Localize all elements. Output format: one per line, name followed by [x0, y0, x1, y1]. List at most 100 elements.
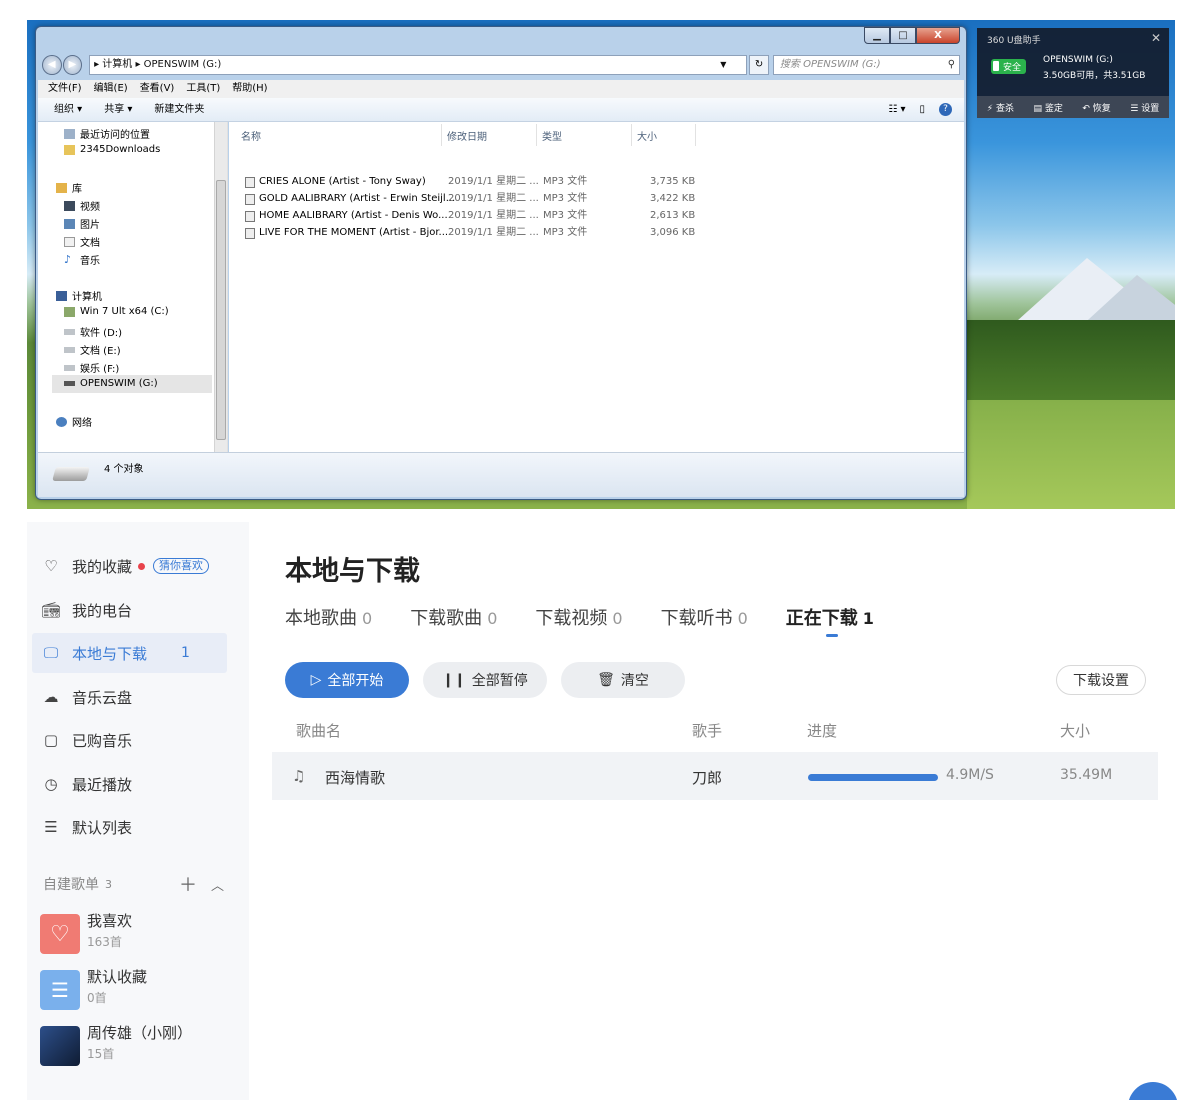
radio-icon: 📻︎ — [41, 601, 61, 619]
playlist-count: 163首 — [87, 935, 122, 949]
new-folder-button[interactable]: 新建文件夹 — [154, 98, 204, 121]
playlist-name: 周传雄（小刚） — [87, 1024, 193, 1042]
nav-documents[interactable]: 文档 — [64, 234, 100, 249]
refresh-icon[interactable]: ↻ — [749, 55, 769, 75]
sidebar-item-favorites[interactable]: ♡ 我的收藏 猜你喜欢 — [27, 546, 227, 586]
sidebar-item-label: 音乐云盘 — [72, 688, 133, 707]
sidebar-item-cloud[interactable]: ☁︎ 音乐云盘 — [27, 677, 227, 717]
nav-music[interactable]: ♪ 音乐 — [64, 252, 100, 268]
tab-local-songs[interactable]: 本地歌曲 0 — [285, 604, 372, 630]
nav-scrollbar[interactable] — [214, 122, 227, 452]
notification-dot — [138, 562, 146, 570]
minimize-button[interactable]: ▁ — [864, 27, 890, 44]
playlist-item[interactable]: ☰ 默认收藏 0首 — [40, 966, 240, 1016]
forward-icon[interactable]: ▶ — [62, 55, 83, 75]
column-type[interactable]: 类型 — [542, 128, 562, 146]
sidebar-item-purchased[interactable]: ▢ 已购音乐 — [27, 720, 227, 760]
playlist-item[interactable]: ♡ 我喜欢 163首 — [40, 910, 240, 960]
mp3-file-icon — [245, 177, 255, 188]
nav-drive-f[interactable]: 娱乐 (F:) — [64, 360, 119, 375]
verify-button[interactable]: ▤ 鉴定 — [1033, 101, 1062, 114]
file-row[interactable]: HOME AALIBRARY (Artist - Denis Wo... 201… — [245, 208, 705, 224]
scan-button[interactable]: ⚡ 查杀 — [987, 101, 1014, 114]
sidebar-item-radio[interactable]: 📻︎ 我的电台 — [27, 590, 227, 630]
maximize-button[interactable]: □ — [890, 27, 916, 44]
file-row[interactable]: GOLD AALIBRARY (Artist - Erwin Steijl...… — [245, 191, 705, 207]
menu-help[interactable]: 帮助(H) — [232, 80, 267, 98]
recommend-tag[interactable]: 猜你喜欢 — [153, 558, 210, 574]
address-field[interactable]: ▸ 计算机 ▸ OPENSWIM (G:) ▼ — [89, 55, 748, 75]
undo-icon: ↶ — [1082, 103, 1090, 114]
menu-file[interactable]: 文件(F) — [48, 80, 82, 98]
nav-drive-c[interactable]: Win 7 Ult x64 (C:) — [64, 306, 169, 317]
nav-network[interactable]: 网络 — [56, 414, 92, 429]
help-icon[interactable]: ? — [939, 103, 952, 116]
table-row[interactable]: ♫ 西海情歌 刀郎 4.9M/S 35.49M — [272, 752, 1158, 800]
lightning-icon: ⚡ — [986, 103, 994, 114]
main-panel: 本地与下载 本地歌曲 0 下载歌曲 0 下载视频 0 下载听书 0 正在下载 1 ▷ 全部开… — [249, 522, 1202, 1100]
pause-all-button[interactable]: ❙❙ 全部暂停 — [423, 662, 547, 698]
settings-button[interactable]: ☰ 设置 — [1130, 101, 1159, 114]
clear-button[interactable]: 🗑︎ 清空 — [561, 662, 685, 698]
usb-drive-icon — [52, 467, 90, 481]
search-input[interactable]: 搜索 OPENSWIM (G:) ⚲ — [772, 55, 961, 75]
menu-view[interactable]: 查看(V) — [140, 80, 175, 98]
network-icon — [56, 416, 67, 427]
nav-label: 文档 (E:) — [80, 346, 121, 357]
playlist-item[interactable]: 周传雄（小刚） 15首 — [40, 1022, 240, 1072]
playlists-count: 3 — [105, 877, 112, 891]
start-all-button[interactable]: ▷ 全部开始 — [285, 662, 409, 698]
sidebar-item-local-download[interactable]: 🖵︎ 本地与下载 1 — [32, 633, 227, 673]
file-row[interactable]: CRIES ALONE (Artist - Tony Sway) 2019/1/… — [245, 174, 705, 190]
add-icon[interactable]: ＋ — [179, 871, 197, 897]
menu-tools[interactable]: 工具(T) — [186, 80, 220, 98]
preview-pane-icon[interactable]: ▯ — [919, 98, 925, 122]
action-label: 设置 — [1141, 103, 1160, 114]
sidebar-item-recent[interactable]: ◷ 最近播放 — [27, 764, 227, 804]
nav-computer[interactable]: 计算机 — [56, 288, 102, 303]
back-icon[interactable]: ◀ — [42, 55, 62, 75]
view-options-icon[interactable]: ☷ ▾ — [888, 98, 905, 122]
chevron-down-icon[interactable]: ▼ — [720, 56, 726, 74]
organize-button[interactable]: 组织 ▾ — [54, 98, 82, 121]
column-name[interactable]: 名称 — [241, 128, 261, 146]
tab-downloading[interactable]: 正在下载 1 — [786, 604, 874, 637]
nav-drive-e[interactable]: 文档 (E:) — [64, 342, 121, 357]
scrollbar-thumb[interactable] — [216, 180, 226, 440]
recent-places-icon — [64, 128, 75, 139]
close-icon[interactable]: ✕ — [1151, 31, 1161, 45]
mp3-file-icon — [245, 194, 255, 205]
nav-recent[interactable]: 最近访问的位置 — [64, 126, 150, 141]
header-song: 歌曲名 — [296, 722, 342, 740]
column-divider — [695, 124, 696, 146]
column-size[interactable]: 大小 — [637, 128, 657, 146]
playlist-count: 0首 — [87, 991, 107, 1005]
collapse-icon[interactable]: ︿ — [211, 875, 224, 894]
search-icon[interactable]: ⚲ — [948, 56, 955, 74]
nav-downloads[interactable]: 2345Downloads — [64, 144, 160, 155]
address-bar: ◀ ▶ ▸ 计算机 ▸ OPENSWIM (G:) ▼ ↻ 搜索 OPENSWI… — [42, 54, 961, 76]
tab-downloaded-songs[interactable]: 下载歌曲 0 — [410, 604, 497, 630]
sidebar-item-label: 本地与下载 — [72, 644, 148, 663]
tab-label: 下载歌曲 — [410, 608, 483, 629]
menu-edit[interactable]: 编辑(E) — [94, 80, 128, 98]
nav-videos[interactable]: 视频 — [64, 198, 100, 213]
file-row[interactable]: LIVE FOR THE MOMENT (Artist - Bjor... 20… — [245, 225, 705, 241]
tab-downloaded-videos[interactable]: 下载视频 0 — [535, 604, 622, 630]
playlist-icon: ☰ — [44, 818, 58, 836]
file-name: HOME AALIBRARY (Artist - Denis Wo... — [259, 210, 448, 221]
restore-button[interactable]: ↶ 恢复 — [1082, 101, 1110, 114]
widget-title: 360 U盘助手 — [987, 36, 1041, 46]
nav-pictures[interactable]: 图片 — [64, 216, 100, 231]
sidebar-item-default-list[interactable]: ☰ 默认列表 — [27, 807, 227, 847]
column-date[interactable]: 修改日期 — [447, 128, 487, 146]
nav-library[interactable]: 库 — [56, 180, 82, 195]
tab-downloaded-audiobooks[interactable]: 下载听书 0 — [661, 604, 748, 630]
tab-count: 0 — [612, 609, 623, 628]
nav-drive-d[interactable]: 软件 (D:) — [64, 324, 122, 339]
close-button[interactable]: X — [916, 27, 960, 44]
sidebar-item-label: 最近播放 — [72, 775, 133, 794]
share-button[interactable]: 共享 ▾ — [104, 98, 132, 121]
download-settings-button[interactable]: 下载设置 — [1056, 665, 1146, 695]
nav-drive-g[interactable]: OPENSWIM (G:) — [64, 378, 158, 389]
